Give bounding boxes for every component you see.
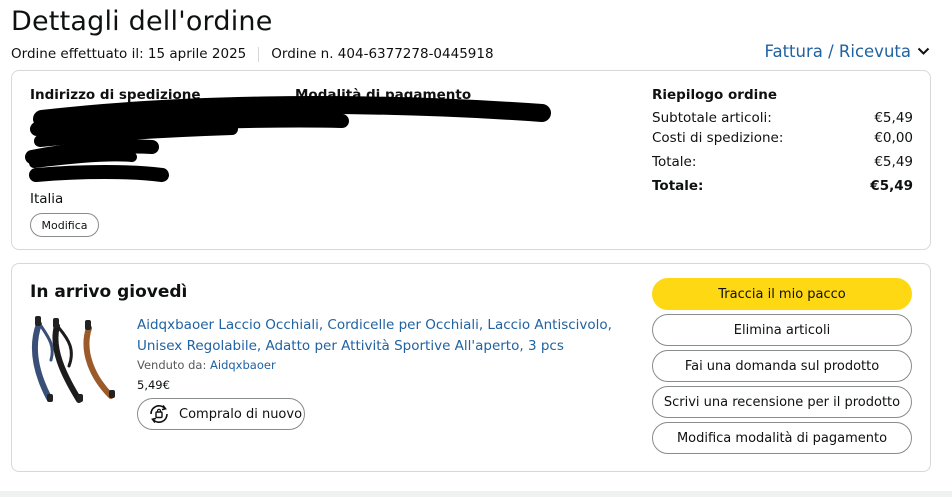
summary-heading: Riepilogo ordine (652, 87, 778, 103)
product-image[interactable] (29, 316, 125, 404)
product-title-link[interactable]: Aidqxbaoer Laccio Occhiali, Cordicelle p… (137, 315, 637, 357)
shipment-card: In arrivo giovedì Aidqxbaoer Laccio Occh… (11, 263, 931, 472)
delivery-status: In arrivo giovedì (30, 282, 188, 302)
order-number: Ordine n. 404-6377278-0445918 (271, 46, 494, 62)
shipping-heading: Indirizzo di spedizione (30, 87, 201, 103)
page-title: Dettagli dell'ordine (11, 6, 273, 37)
ask-product-question-button[interactable]: Fai una domanda sul prodotto (652, 350, 912, 382)
order-meta: Ordine effettuato il: 15 aprile 2025 Ord… (11, 46, 494, 62)
summary-value: €5,49 (874, 154, 913, 170)
summary-value: €5,49 (870, 178, 913, 194)
buy-again-button[interactable]: Compralo di nuovo (137, 398, 305, 430)
footer-strip (0, 491, 952, 497)
order-info-card: Indirizzo di spedizione Modalità di paga… (11, 70, 931, 250)
summary-total-row: Totale: €5,49 (652, 154, 913, 170)
write-review-button[interactable]: Scrivi una recensione per il prodotto (652, 386, 912, 418)
seller-link[interactable]: Aidqxbaoer (210, 358, 276, 372)
summary-label: Totale: (652, 178, 704, 194)
summary-label: Totale: (652, 154, 697, 170)
shipping-country: Italia (30, 191, 64, 207)
change-payment-button[interactable]: Modifica modalità di pagamento (652, 422, 912, 454)
product-price: 5,49€ (137, 378, 170, 392)
payment-heading: Modalità di pagamento (295, 87, 472, 103)
meta-divider (258, 46, 260, 62)
sold-by-label: Venduto da: (137, 358, 207, 372)
summary-grand-total-row: Totale: €5,49 (652, 178, 913, 194)
summary-label: Subtotale articoli: (652, 110, 772, 126)
summary-label: Costi di spedizione: (652, 130, 784, 146)
delete-items-button[interactable]: Elimina articoli (652, 314, 912, 346)
track-package-button[interactable]: Traccia il mio pacco (652, 278, 912, 310)
order-date: Ordine effettuato il: 15 aprile 2025 (11, 46, 247, 62)
seller-info: Venduto da: Aidqxbaoer (137, 358, 276, 372)
summary-subtotal-row: Subtotale articoli: €5,49 (652, 110, 913, 126)
summary-shipping-row: Costi di spedizione: €0,00 (652, 130, 913, 146)
buy-again-label: Compralo di nuovo (179, 406, 303, 422)
summary-value: €0,00 (874, 130, 913, 146)
buy-again-icon (150, 404, 168, 424)
invoice-link[interactable]: Fattura / Ricevuta (764, 42, 911, 61)
edit-address-button[interactable]: Modifica (30, 213, 99, 237)
invoice-dropdown[interactable]: Fattura / Ricevuta (764, 42, 930, 61)
chevron-down-icon (917, 47, 930, 55)
summary-value: €5,49 (874, 110, 913, 126)
